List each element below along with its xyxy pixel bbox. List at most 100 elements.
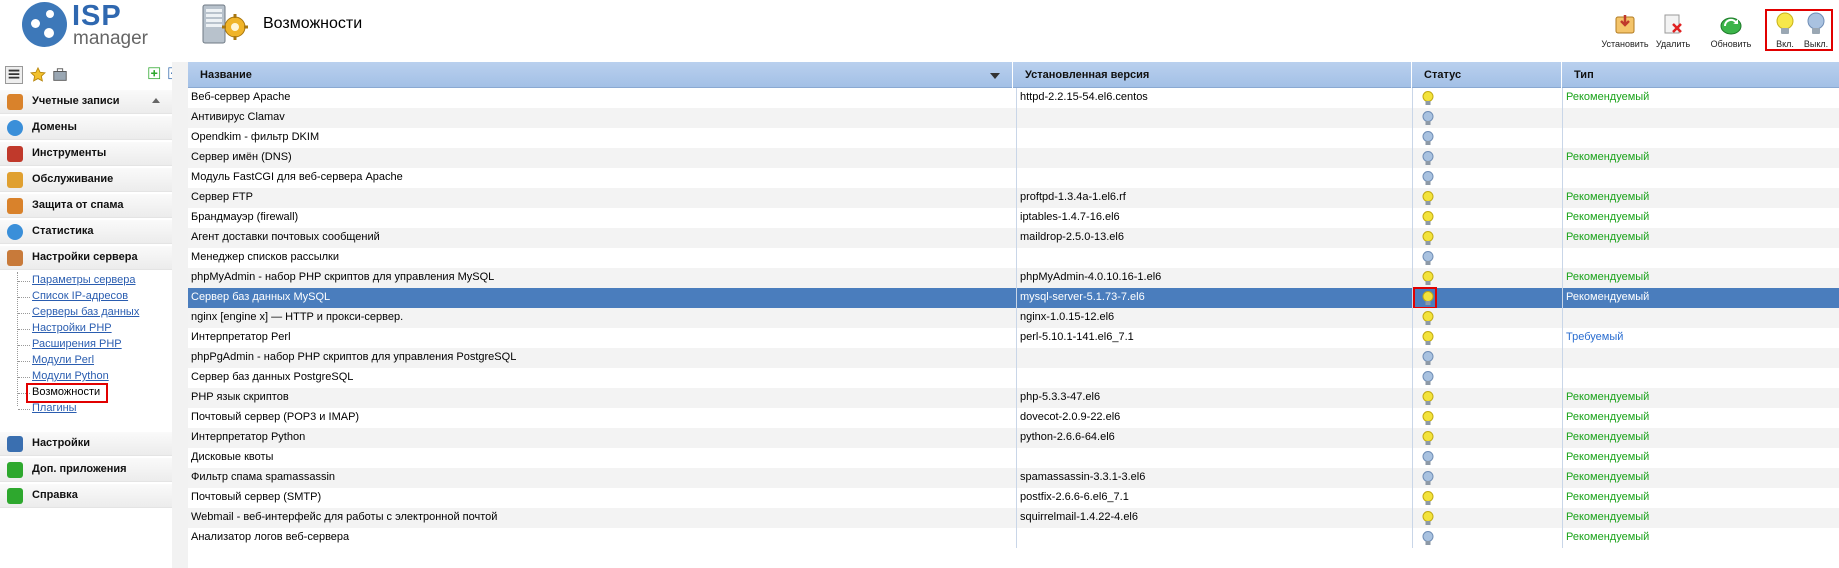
table-row[interactable]: Webmail - веб-интерфейс для работы с эле… — [188, 508, 1839, 528]
cell-version — [1016, 448, 1412, 468]
table-row[interactable]: Почтовый сервер (SMTP) postfix-2.6.6-6.el… — [188, 488, 1839, 508]
features-table: Название Установленная версия Статус Тип… — [188, 62, 1839, 568]
tree-branch — [18, 281, 30, 282]
sidebar-item-perl-modules[interactable]: Модули Perl — [32, 354, 94, 366]
cell-name: phpPgAdmin - набор PHP скриптов для упра… — [191, 351, 517, 363]
install-label: Установить — [1601, 39, 1649, 49]
table-row[interactable]: Сервер баз данных PostgreSQL — [188, 368, 1839, 388]
cell-type — [1562, 368, 1839, 388]
table-row[interactable]: Фильтр спама spamassassin spamassassin-3.… — [188, 468, 1839, 488]
bulb-on-icon — [1422, 271, 1434, 285]
cell-status — [1412, 508, 1562, 528]
sort-desc-icon — [990, 73, 1000, 79]
current-item-highlight-box — [26, 383, 108, 403]
cell-type: Рекомендуемый — [1562, 88, 1839, 108]
bulb-on-icon — [1422, 491, 1434, 505]
table-row[interactable]: Дисковые квоты Рекомендуемый — [188, 448, 1839, 468]
sidebar-splitter[interactable] — [172, 62, 188, 568]
cell-name: Почтовый сервер (SMTP) — [191, 491, 322, 503]
sidebar-item-php-extensions[interactable]: Расширения PHP — [32, 338, 122, 350]
cell-type: Рекомендуемый — [1562, 528, 1839, 548]
menu-group-accounts[interactable]: Учетные записи — [0, 90, 172, 114]
table-row[interactable]: Почтовый сервер (POP3 и IMAP) dovecot-2.0… — [188, 408, 1839, 428]
cell-version: postfix-2.6.6-6.el6_7.1 — [1016, 488, 1412, 508]
cell-name: Антивирус Clamav — [191, 111, 285, 123]
table-row[interactable]: Сервер имён (DNS) Рекомендуемый — [188, 148, 1839, 168]
cell-version — [1016, 368, 1412, 388]
column-header-type[interactable]: Тип — [1562, 62, 1839, 88]
table-row[interactable]: Интерпретатор Perl perl-5.10.1-141.el6_7.… — [188, 328, 1839, 348]
sidebar-item-php-settings[interactable]: Настройки PHP — [32, 322, 112, 334]
menu-group-maintenance[interactable]: Обслуживание — [0, 168, 172, 192]
sidebar-item-python-modules[interactable]: Модули Python — [32, 370, 109, 382]
table-row[interactable]: Антивирус Clamav — [188, 108, 1839, 128]
table-row[interactable]: Сервер FTP proftpd-1.3.4a-1.el6.rf Рекомен… — [188, 188, 1839, 208]
scroll-up-arrow-icon[interactable] — [152, 98, 160, 103]
cell-type: Рекомендуемый — [1562, 488, 1839, 508]
cell-type: Рекомендуемый — [1562, 268, 1839, 288]
favorites-button[interactable] — [29, 66, 47, 84]
cell-type: Рекомендуемый — [1562, 208, 1839, 228]
tree-line — [17, 272, 18, 406]
menu-group-domains[interactable]: Домены — [0, 116, 172, 140]
isp-manager-logo[interactable]: ISP manager — [22, 0, 182, 50]
menu-view-button[interactable] — [5, 66, 23, 84]
menu-group-statistics[interactable]: Статистика — [0, 220, 172, 244]
cell-type: Рекомендуемый — [1562, 288, 1839, 308]
sidebar-item-server-parameters[interactable]: Параметры сервера — [32, 274, 136, 286]
menu-group-server-settings[interactable]: Настройки сервера — [0, 246, 172, 270]
table-row[interactable]: phpMyAdmin - набор PHP скриптов для упра… — [188, 268, 1839, 288]
sidebar-item-db-servers[interactable]: Серверы баз данных — [32, 306, 139, 318]
menu-group-settings[interactable]: Настройки — [0, 432, 172, 456]
cell-type — [1562, 348, 1839, 368]
bulb-off-icon — [1422, 371, 1434, 385]
delete-button[interactable]: Удалить — [1647, 12, 1699, 49]
sidebar-item-plugins[interactable]: Плагины — [32, 402, 77, 414]
cell-version: httpd-2.2.15-54.el6.centos — [1016, 88, 1412, 108]
cell-name: Агент доставки почтовых сообщений — [191, 231, 380, 243]
sidebar-item-ip-list[interactable]: Список IP-адресов — [32, 290, 128, 302]
cell-type — [1562, 248, 1839, 268]
table-row[interactable]: phpPgAdmin - набор PHP скриптов для упра… — [188, 348, 1839, 368]
cell-type: Рекомендуемый — [1562, 468, 1839, 488]
tree-branch — [18, 409, 30, 410]
table-row[interactable]: Opendkim - фильтр DKIM — [188, 128, 1839, 148]
table-row[interactable]: Брандмауэр (firewall) iptables-1.4.7-16.e… — [188, 208, 1839, 228]
menu-group-extra-apps[interactable]: Доп. приложения — [0, 458, 172, 482]
table-row[interactable]: Анализатор логов веб-сервера Рекомендуемы… — [188, 528, 1839, 548]
table-row[interactable]: nginx [engine x] — HTTP и прокси-сервер.… — [188, 308, 1839, 328]
column-header-version[interactable]: Установленная версия — [1013, 62, 1412, 88]
column-header-name[interactable]: Название — [188, 62, 1013, 88]
install-button[interactable]: Установить — [1599, 12, 1651, 49]
table-row[interactable]: PHP язык скриптов php-5.3.3-47.el6 Рекомен… — [188, 388, 1839, 408]
cell-version — [1016, 128, 1412, 148]
cell-type — [1562, 308, 1839, 328]
menu-group-label: Домены — [32, 121, 77, 133]
table-header: Название Установленная версия Статус Тип — [188, 62, 1839, 88]
bulb-off-icon — [1422, 471, 1434, 485]
briefcase-icon — [53, 68, 67, 81]
table-row[interactable]: Интерпретатор Python python-2.6.6-64.el6 Р… — [188, 428, 1839, 448]
menu-group-help[interactable]: Справка — [0, 484, 172, 508]
server-settings-icon — [7, 250, 23, 266]
cell-version: dovecot-2.0.9-22.el6 — [1016, 408, 1412, 428]
table-row[interactable]: Веб-сервер Apache httpd-2.2.15-54.el6.cen… — [188, 88, 1839, 108]
table-row[interactable]: Модуль FastCGI для веб-сервера Apache — [188, 168, 1839, 188]
cell-status — [1412, 248, 1562, 268]
refresh-button[interactable]: Обновить — [1705, 12, 1757, 49]
column-header-label: Название — [200, 69, 252, 81]
plus-icon — [7, 462, 23, 478]
menu-group-spam-protection[interactable]: Защита от спама — [0, 194, 172, 218]
globe-icon — [7, 120, 23, 136]
menu-group-label: Статистика — [32, 225, 94, 237]
table-row[interactable]: Менеджер списков рассылки — [188, 248, 1839, 268]
sidebar-toolbar — [3, 64, 185, 86]
briefcase-button[interactable] — [51, 66, 69, 84]
table-row[interactable]: Агент доставки почтовых сообщений maildro… — [188, 228, 1839, 248]
page-title: Возможности — [263, 15, 363, 32]
column-header-status[interactable]: Статус — [1412, 62, 1562, 88]
cell-version: spamassassin-3.3.1-3.el6 — [1016, 468, 1412, 488]
table-row[interactable]: Сервер баз данных MySQL mysql-server-5.1.… — [188, 288, 1839, 308]
expand-all-button[interactable] — [147, 66, 165, 84]
menu-group-tools[interactable]: Инструменты — [0, 142, 172, 166]
